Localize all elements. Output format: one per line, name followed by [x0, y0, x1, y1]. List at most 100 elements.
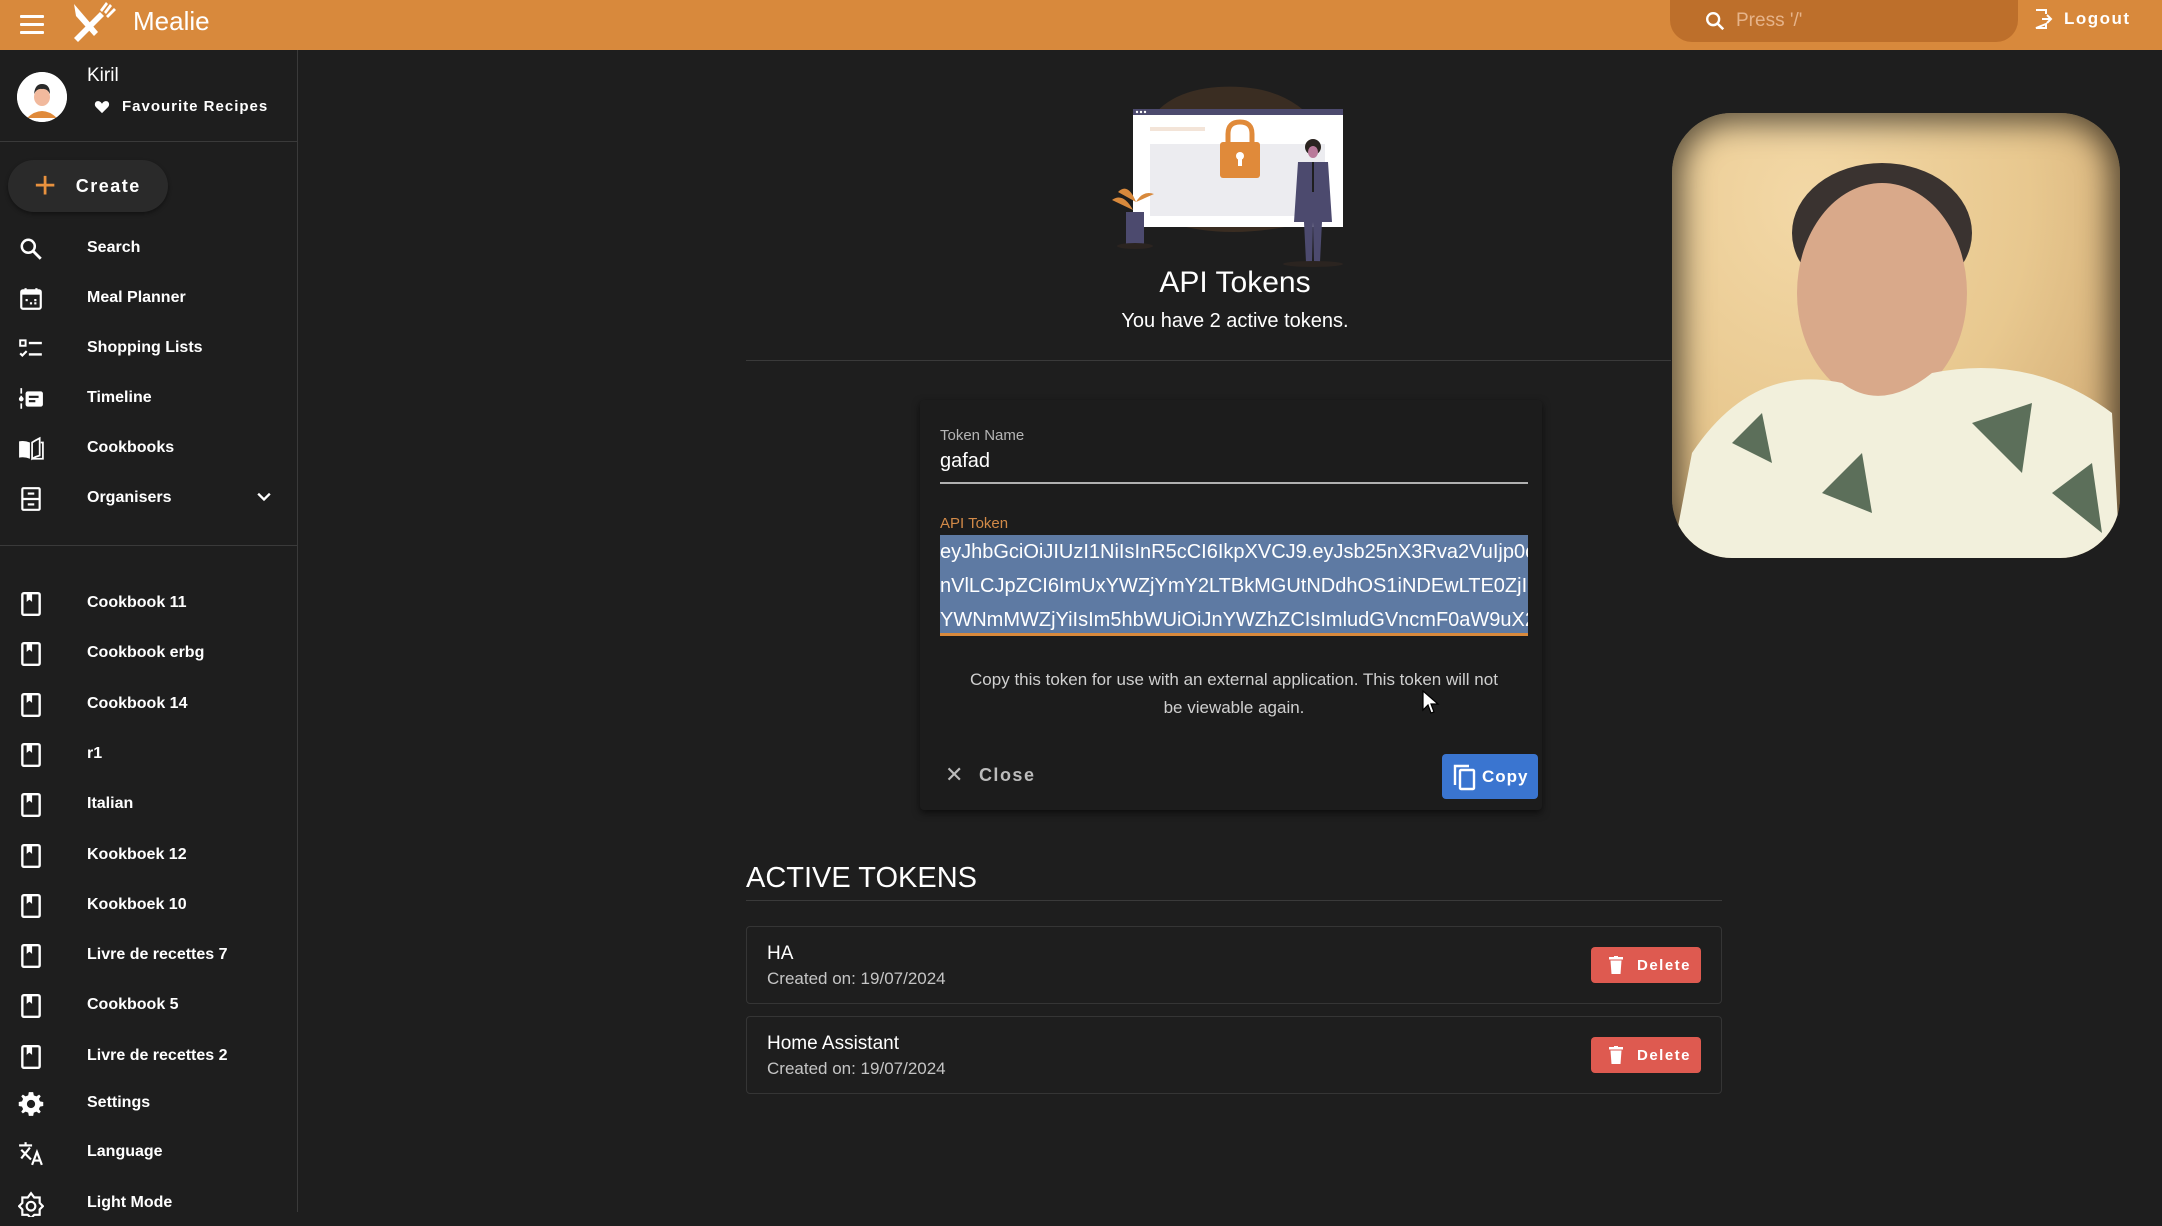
token-name-field[interactable]: gafad [940, 450, 990, 473]
sidebar-item-label: Meal Planner [87, 289, 186, 306]
translate-icon [19, 1142, 43, 1166]
token-name-underline [940, 482, 1528, 484]
sidebar-item-label: Light Mode [87, 1194, 173, 1211]
sidebar-item-search[interactable]: Search [0, 225, 298, 271]
sidebar-item-label: Shopping Lists [87, 339, 203, 356]
sidebar-item-label: Kookboek 12 [87, 845, 187, 863]
sidebar-item-cookbook[interactable]: Cookbook 5 [0, 982, 298, 1028]
sidebar-item-cookbook[interactable]: Cookbook 14 [0, 681, 298, 727]
calendar-icon [20, 288, 42, 310]
logout-button[interactable]: Logout [2034, 8, 2131, 30]
sidebar-item-settings[interactable]: Settings [0, 1080, 298, 1126]
sidebar-item-cookbook[interactable]: Cookbook erbg [0, 630, 298, 676]
delete-token-button[interactable]: Delete [1591, 947, 1701, 983]
sidebar-item-cookbook[interactable]: Kookboek 12 [0, 832, 298, 878]
token-row: HA Created on: 19/07/2024 Delete [746, 926, 1722, 1004]
user-name: Kiril [87, 65, 119, 86]
close-label: Close [978, 764, 1036, 785]
close-icon: ✕ [945, 762, 965, 787]
bookmark-book-icon [21, 893, 41, 918]
sidebar-item-cookbook[interactable]: Italian [0, 781, 298, 827]
bookmark-book-icon [21, 944, 41, 969]
api-token-label: API Token [940, 515, 1009, 532]
token-line: YWNmMWZjYiIsIm5hbWUiOiJnYWZhZCIsImludGVn… [940, 609, 1528, 631]
trash-icon [1609, 956, 1623, 974]
bookmark-book-icon [21, 793, 41, 818]
sidebar-item-shopping-lists[interactable]: Shopping Lists [0, 325, 298, 371]
sidebar-item-light-mode[interactable]: Light Mode [0, 1180, 298, 1226]
bookmark-book-icon [21, 1044, 41, 1069]
search-input[interactable]: Press '/' [1670, 0, 2018, 42]
logout-label: Logout [2064, 9, 2131, 28]
bookmark-book-icon [21, 994, 41, 1019]
sidebar-item-label: Italian [87, 795, 134, 813]
app-title[interactable]: Mealie [133, 6, 210, 37]
header-divider [746, 360, 1671, 361]
logout-icon [2035, 9, 2053, 29]
hamburger-icon [20, 15, 44, 18]
sidebar-item-label: Cookbook 11 [87, 594, 187, 611]
token-created-date: Created on: 19/07/2024 [767, 1059, 946, 1078]
copy-button[interactable]: Copy [1442, 754, 1538, 799]
heart-icon [94, 101, 110, 114]
delete-label: Delete [1637, 1046, 1692, 1064]
token-name-label: Token Name [940, 427, 1025, 444]
search-icon [1706, 12, 1725, 31]
search-placeholder: Press '/' [1736, 10, 1803, 31]
sidebar-item-label: Livre de recettes 7 [87, 946, 228, 964]
sidebar-item-label: Timeline [87, 389, 152, 406]
sidebar-item-label: Cookbooks [87, 439, 175, 456]
sidebar-item-cookbook[interactable]: Cookbook 11 [0, 580, 298, 626]
avatar[interactable] [17, 72, 67, 122]
token-created-card: Token Name gafad API Token eyJhbGciOiJIU… [920, 400, 1542, 810]
bookmark-book-icon [21, 843, 41, 868]
sidebar-item-cookbook[interactable]: Kookboek 10 [0, 882, 298, 928]
api-token-textarea[interactable]: eyJhbGciOiJIUzI1NiIsInR5cCI6IkpXVCJ9.eyJ… [940, 535, 1528, 633]
sidebar-item-label: Organisers [87, 489, 172, 506]
token-line: nVlLCJpZCI6ImUxYWZjYmY2LTBkMGUtNDdhOS1iN… [940, 575, 1528, 597]
sidebar-item-organisers[interactable]: Organisers [0, 475, 298, 521]
close-button[interactable]: ✕ Close [945, 762, 1035, 788]
sidebar-item-label: Cookbook 5 [87, 996, 179, 1014]
sidebar-item-meal-planner[interactable]: Meal Planner [0, 275, 298, 321]
menu-toggle-button[interactable] [18, 10, 46, 38]
sidebar-item-language[interactable]: Language [0, 1129, 298, 1175]
sidebar-item-cookbooks[interactable]: Cookbooks [0, 425, 298, 471]
sidebar-item-label: Cookbook 14 [87, 694, 188, 712]
sidebar-item-cookbook[interactable]: r1 [0, 731, 298, 777]
gear-icon [18, 1092, 44, 1116]
bookmark-book-icon [21, 742, 41, 767]
sidebar-item-cookbook[interactable]: Livre de recettes 2 [0, 1033, 298, 1079]
sidebar-item-label: Search [87, 239, 141, 256]
favourite-recipes-link[interactable]: Favourite Recipes [94, 98, 268, 115]
bookmark-book-icon [21, 692, 41, 717]
webcam-overlay [1672, 113, 2120, 558]
delete-label: Delete [1637, 956, 1692, 974]
mouse-cursor-icon [1422, 690, 1440, 714]
create-button[interactable]: + Create [8, 160, 168, 212]
book-open-icon [19, 436, 44, 461]
sidebar-item-label: Settings [87, 1094, 151, 1111]
app-bar: Mealie Press '/' Logout [0, 0, 2162, 50]
sidebar-item-cookbook[interactable]: Livre de recettes 7 [0, 932, 298, 978]
sidebar-item-label: Livre de recettes 2 [87, 1046, 228, 1064]
search-icon [20, 238, 42, 260]
token-line: eyJhbGciOiJIUzI1NiIsInR5cCI6IkpXVCJ9.eyJ… [940, 541, 1528, 563]
copy-label: Copy [1482, 766, 1529, 786]
trash-icon [1609, 1046, 1623, 1064]
sidebar-item-timeline[interactable]: Timeline [0, 375, 298, 421]
active-tokens-heading: ACTIVE TOKENS [746, 862, 977, 894]
sidebar-item-label: Language [87, 1143, 163, 1160]
token-name: HA [767, 943, 794, 964]
active-token-count: You have 2 active tokens. [1121, 310, 1349, 332]
chevron-down-icon[interactable] [254, 487, 274, 507]
delete-token-button[interactable]: Delete [1591, 1037, 1701, 1073]
token-name: Home Assistant [767, 1033, 899, 1054]
token-row: Home Assistant Created on: 19/07/2024 De… [746, 1016, 1722, 1094]
token-created-date: Created on: 19/07/2024 [767, 969, 946, 988]
sidebar-item-label: Kookboek 10 [87, 895, 187, 913]
mealie-logo-icon [74, 2, 116, 42]
brightness-icon [18, 1191, 44, 1217]
checklist-icon [19, 339, 42, 358]
create-label: Create [75, 175, 141, 196]
